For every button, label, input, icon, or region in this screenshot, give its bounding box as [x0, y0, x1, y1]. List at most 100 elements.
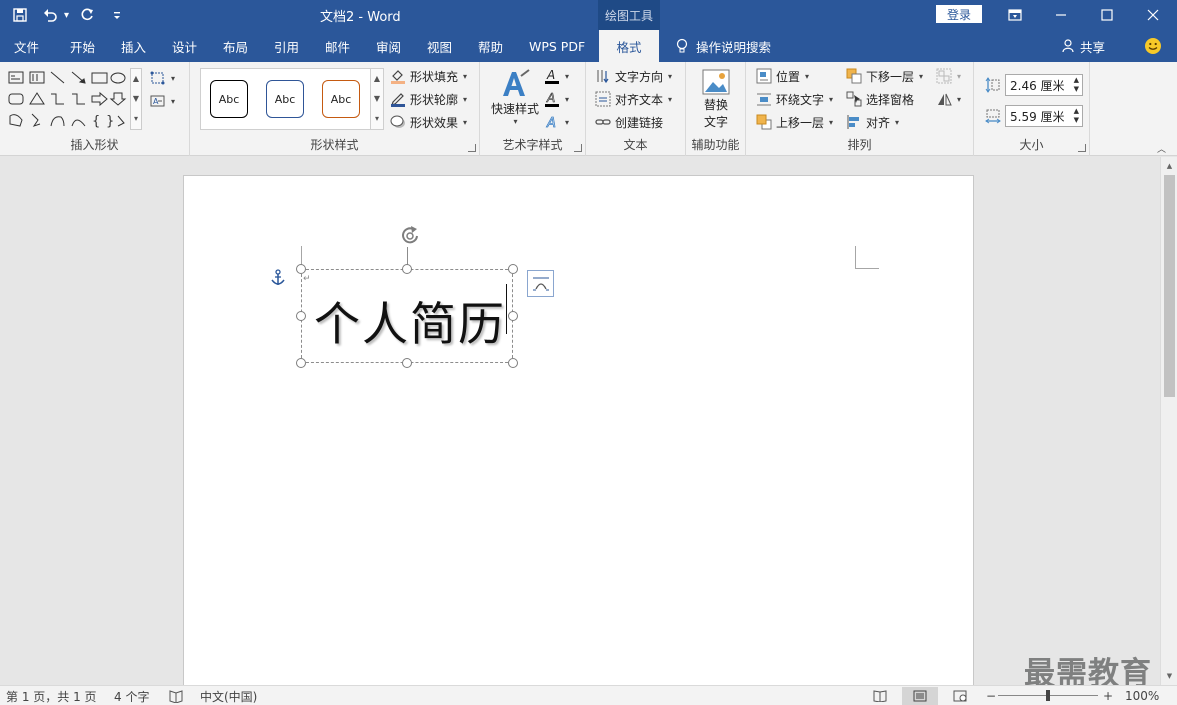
position-button[interactable]: 位置 ▾: [756, 66, 809, 86]
wrap-text-button[interactable]: 环绕文字 ▾: [756, 89, 833, 109]
tab-view[interactable]: 视图: [427, 30, 452, 62]
align-text-button[interactable]: 对齐文本 ▾: [595, 89, 672, 109]
selection-pane-button[interactable]: 选择窗格: [846, 89, 914, 109]
text-effects-button[interactable]: A ▾: [544, 112, 569, 132]
style-gallery-down-icon[interactable]: ▼: [371, 89, 383, 109]
style-swatch-orange[interactable]: Abc: [322, 80, 360, 118]
height-spinner-icon[interactable]: ▲ ▼: [1074, 76, 1079, 94]
tab-format[interactable]: 格式: [599, 30, 659, 62]
proofing-icon[interactable]: [168, 686, 184, 705]
undo-dropdown-icon[interactable]: ▾: [64, 10, 69, 21]
share-label: 共享: [1080, 39, 1106, 55]
tab-mailings[interactable]: 邮件: [325, 30, 350, 62]
scroll-down-icon[interactable]: ▼: [1161, 669, 1177, 683]
draw-text-box-button[interactable]: A ▾: [150, 91, 175, 111]
edit-shape-button[interactable]: ▾: [150, 68, 175, 88]
tab-file[interactable]: 文件: [14, 30, 39, 62]
text-direction-button[interactable]: 文字方向 ▾: [595, 66, 672, 86]
style-swatch-blue[interactable]: Abc: [266, 80, 304, 118]
rotate-objects-button[interactable]: ▾: [936, 89, 961, 109]
word-count[interactable]: 4 个字: [114, 686, 149, 705]
resize-handle-right[interactable]: [508, 311, 518, 321]
customize-qat-icon[interactable]: [105, 3, 129, 27]
style-swatch-black[interactable]: Abc: [210, 80, 248, 118]
page-count[interactable]: 第 1 页，共 1 页: [6, 686, 97, 705]
shape-styles-launcher-icon[interactable]: [468, 144, 476, 152]
shape-height-input[interactable]: 2.46 厘米 ▲ ▼: [1005, 74, 1083, 96]
shape-outline-button[interactable]: 形状轮廓 ▾: [390, 89, 467, 109]
tab-layout[interactable]: 布局: [223, 30, 248, 62]
text-fill-button[interactable]: A ▾: [544, 66, 569, 86]
collapse-ribbon-icon[interactable]: ︿: [1157, 142, 1166, 155]
gallery-more-icon[interactable]: ▾: [131, 109, 141, 129]
layout-options-button[interactable]: [527, 270, 554, 297]
language-status[interactable]: 中文(中国): [200, 686, 257, 705]
ribbon-display-options-icon[interactable]: [992, 0, 1038, 30]
shape-fill-button[interactable]: 形状填充 ▾: [390, 66, 467, 86]
size-launcher-icon[interactable]: [1078, 144, 1086, 152]
style-gallery-scrollbar[interactable]: ▲ ▼ ▾: [370, 68, 384, 130]
tab-design[interactable]: 设计: [172, 30, 197, 62]
maximize-icon[interactable]: [1084, 0, 1130, 30]
quick-styles-button[interactable]: 快速样式 ▾: [488, 68, 542, 126]
width-spinner-icon[interactable]: ▲ ▼: [1074, 107, 1079, 125]
svg-text:}: }: [106, 114, 114, 129]
scroll-up-icon[interactable]: ▲: [1161, 159, 1177, 173]
style-gallery-up-icon[interactable]: ▲: [371, 69, 383, 89]
text-box[interactable]: 个人简历: [301, 269, 513, 363]
pen-outline-icon: [391, 93, 405, 107]
gallery-up-icon[interactable]: ▲: [131, 69, 141, 89]
text-box-content[interactable]: 个人简历: [314, 288, 506, 354]
shape-width-input[interactable]: 5.59 厘米 ▲ ▼: [1005, 105, 1083, 127]
vertical-scrollbar[interactable]: ▲ ▼: [1160, 157, 1177, 685]
feedback-smiley-icon[interactable]: [1144, 37, 1162, 55]
bring-forward-button[interactable]: 上移一层 ▾: [756, 112, 833, 132]
resize-handle-bottom-right[interactable]: [508, 358, 518, 368]
minimize-icon[interactable]: [1038, 0, 1084, 30]
tab-wps-pdf[interactable]: WPS PDF: [529, 30, 585, 62]
web-layout-icon[interactable]: [942, 687, 978, 705]
shape-fill-label: 形状填充: [410, 69, 459, 84]
tab-review[interactable]: 审阅: [376, 30, 401, 62]
shape-gallery-scrollbar[interactable]: ▲ ▼ ▾: [130, 68, 142, 130]
shape-style-gallery[interactable]: Abc Abc Abc: [200, 68, 372, 130]
scrollbar-thumb[interactable]: [1164, 175, 1175, 397]
text-outline-button[interactable]: A ▾: [544, 89, 569, 109]
rotate-handle-icon[interactable]: [398, 225, 422, 247]
resize-handle-top-right[interactable]: [508, 264, 518, 274]
resize-handle-bottom[interactable]: [402, 358, 412, 368]
tab-references[interactable]: 引用: [274, 30, 299, 62]
shape-gallery[interactable]: { }: [6, 68, 132, 130]
selection-pane-label: 选择窗格: [866, 92, 915, 107]
group-objects-button[interactable]: ▾: [936, 66, 961, 86]
gallery-down-icon[interactable]: ▼: [131, 89, 141, 109]
tab-help[interactable]: 帮助: [478, 30, 503, 62]
zoom-slider-thumb[interactable]: [1046, 690, 1050, 701]
create-link-button[interactable]: 创建链接: [595, 112, 663, 132]
style-gallery-more-icon[interactable]: ▾: [371, 109, 383, 129]
resize-handle-bottom-left[interactable]: [296, 358, 306, 368]
undo-icon[interactable]: [38, 3, 62, 27]
anchor-icon[interactable]: [270, 269, 286, 287]
login-button[interactable]: 登录: [936, 5, 982, 23]
redo-icon[interactable]: [75, 3, 99, 27]
align-button[interactable]: 对齐 ▾: [846, 112, 899, 132]
zoom-out-icon[interactable]: −: [986, 686, 996, 705]
close-icon[interactable]: [1130, 0, 1176, 30]
tab-insert[interactable]: 插入: [121, 30, 146, 62]
shape-effects-button[interactable]: 形状效果 ▾: [390, 112, 467, 132]
save-icon[interactable]: [8, 3, 32, 27]
resize-handle-left[interactable]: [296, 311, 306, 321]
resize-handle-top[interactable]: [402, 264, 412, 274]
share-button[interactable]: 共享: [1062, 30, 1105, 62]
zoom-level[interactable]: 100%: [1125, 686, 1159, 705]
zoom-in-icon[interactable]: +: [1103, 686, 1113, 705]
tab-home[interactable]: 开始: [70, 30, 95, 62]
tell-me-search[interactable]: 操作说明搜索: [676, 30, 771, 62]
resize-handle-top-left[interactable]: [296, 264, 306, 274]
print-layout-icon[interactable]: [902, 687, 938, 705]
alt-text-button[interactable]: 替换 文字: [692, 68, 740, 130]
read-mode-icon[interactable]: [862, 687, 898, 705]
send-backward-button[interactable]: 下移一层 ▾: [846, 66, 923, 86]
wordart-styles-launcher-icon[interactable]: [574, 144, 582, 152]
